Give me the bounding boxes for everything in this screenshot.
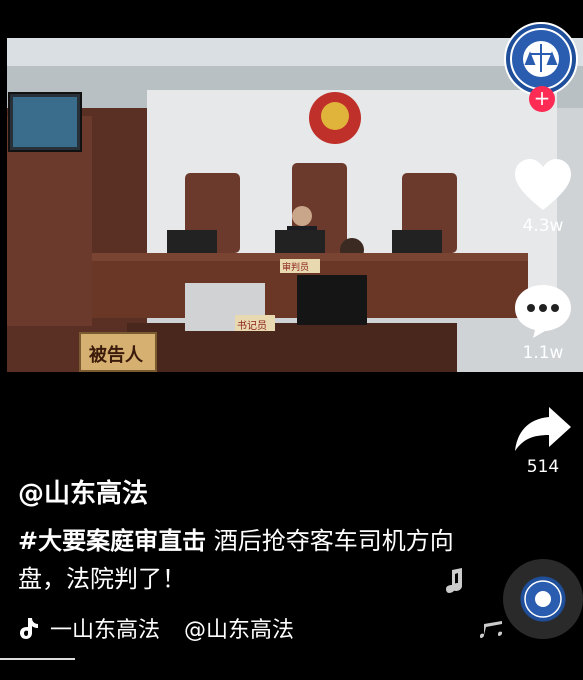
progress-bar[interactable] [0, 658, 75, 660]
comment-button[interactable]: 1.1w [503, 283, 583, 363]
music-note-icon [480, 621, 502, 638]
court-logo-icon [524, 580, 562, 618]
video-player[interactable]: 审判员 书记员 被告人 [7, 38, 583, 372]
music-disc[interactable] [503, 559, 583, 639]
comment-count: 1.1w [522, 343, 564, 363]
avatar[interactable] [504, 22, 578, 96]
share-icon [515, 407, 571, 451]
music-note-icon [446, 568, 462, 593]
like-button[interactable]: 4.3w [503, 158, 583, 236]
music-author: @山东高法 [184, 618, 295, 643]
heart-icon [515, 159, 571, 210]
author-avatar-wrap[interactable]: + [502, 22, 582, 112]
clerk-sign: 书记员 [237, 321, 267, 332]
hashtag[interactable]: #大要案庭审直击 [18, 527, 206, 555]
author-name[interactable]: @山东高法 [18, 473, 148, 510]
music-row[interactable]: 一山东高法 @山东高法 [18, 612, 294, 644]
courtroom-scene [7, 38, 583, 372]
post-description: #大要案庭审直击 酒后抢夺客车司机方向盘，法院判了！ [18, 522, 458, 598]
judge-sign: 审判员 [282, 263, 310, 273]
share-button[interactable]: 514 [503, 405, 583, 477]
like-count: 4.3w [522, 216, 564, 236]
tiktok-note-icon [20, 618, 38, 639]
court-logo-icon [510, 28, 572, 90]
comment-icon [515, 285, 571, 338]
music-label: 一山东高法 [50, 618, 161, 643]
defendant-sign: 被告人 [89, 345, 143, 366]
share-count: 514 [526, 457, 560, 477]
follow-button[interactable]: + [529, 86, 555, 112]
